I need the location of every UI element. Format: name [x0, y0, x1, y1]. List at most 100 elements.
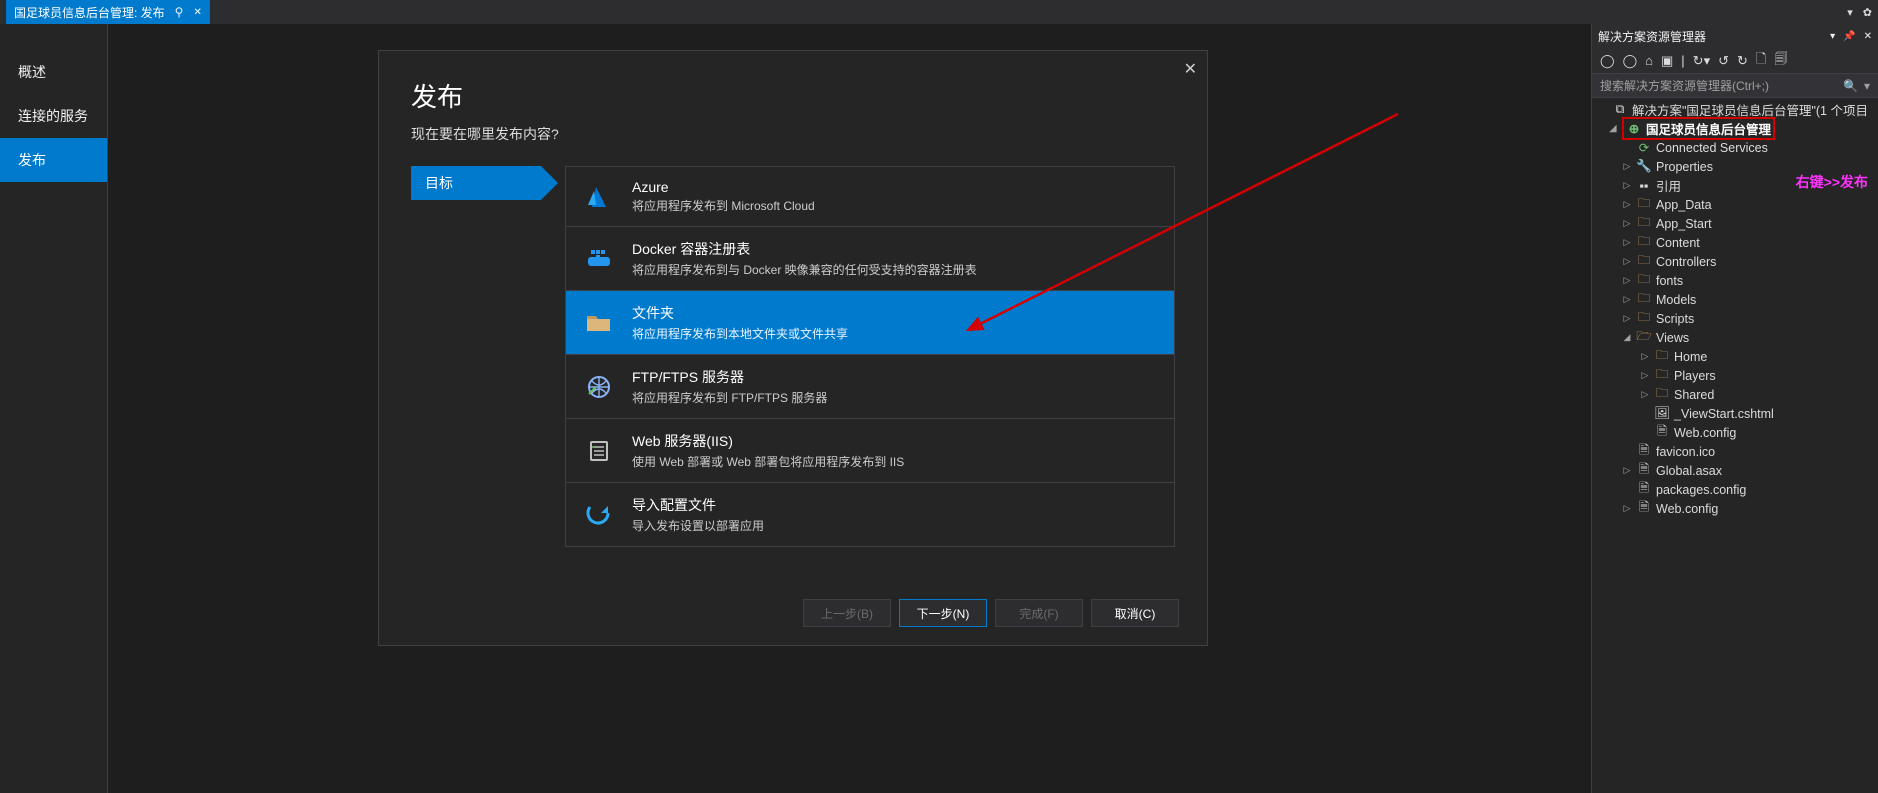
- tab-overflow-icon[interactable]: ▾: [1847, 6, 1853, 19]
- target-desc: 导入发布设置以部署应用: [632, 517, 764, 534]
- target-desc: 使用 Web 部署或 Web 部署包将应用程序发布到 IIS: [632, 453, 904, 470]
- target-azure[interactable]: Azure 将应用程序发布到 Microsoft Cloud: [566, 167, 1174, 227]
- target-title: 导入配置文件: [632, 495, 764, 515]
- folder-appdata[interactable]: ▷🗀App_Data: [1592, 195, 1878, 214]
- expand-icon[interactable]: ▷: [1622, 180, 1632, 191]
- search-dropdown-icon[interactable]: ▾: [1864, 79, 1870, 93]
- target-title: Web 服务器(IIS): [632, 431, 904, 451]
- expand-icon[interactable]: ▷: [1622, 313, 1632, 324]
- target-import-profile[interactable]: 导入配置文件 导入发布设置以部署应用: [566, 483, 1174, 546]
- node-label: packages.config: [1656, 483, 1746, 497]
- expand-icon[interactable]: ▷: [1622, 199, 1632, 210]
- ftp-icon: [582, 370, 616, 404]
- node-label: Players: [1674, 369, 1716, 383]
- toolbar-stack-icon[interactable]: 🗐: [1774, 50, 1787, 72]
- expand-icon[interactable]: ▷: [1622, 275, 1632, 286]
- folder-icon: 🗀: [1636, 213, 1652, 234]
- config-icon: 🗎: [1654, 422, 1670, 443]
- expand-icon[interactable]: ▷: [1640, 389, 1650, 400]
- pin-icon[interactable]: ⚲: [175, 5, 184, 19]
- toolbar-home-icon[interactable]: ⌂: [1645, 53, 1653, 68]
- node-label: favicon.ico: [1656, 445, 1715, 459]
- solution-toolbar: ◯ ◯ ⌂ ▣ | ↻▾ ↺ ↻ 🗋 🗐: [1592, 48, 1878, 74]
- folder-icon: 🗀: [1654, 384, 1670, 405]
- toolbar-sync-icon[interactable]: ▣: [1661, 53, 1673, 69]
- toolbar-forward-icon[interactable]: ◯: [1623, 53, 1638, 69]
- search-icon[interactable]: 🔍: [1843, 79, 1858, 93]
- folder-models[interactable]: ▷🗀Models: [1592, 290, 1878, 309]
- target-desc: 将应用程序发布到 FTP/FTPS 服务器: [632, 389, 827, 406]
- folder-fonts[interactable]: ▷🗀fonts: [1592, 271, 1878, 290]
- target-title: Docker 容器注册表: [632, 239, 977, 259]
- folder-icon: [582, 306, 616, 340]
- folder-views-home[interactable]: ▷🗀Home: [1592, 347, 1878, 366]
- nav-publish[interactable]: 发布: [0, 138, 107, 182]
- project-icon: ⊕: [1626, 121, 1642, 136]
- panel-titlebar[interactable]: 解决方案资源管理器 ▾ 📌 ✕: [1592, 24, 1878, 48]
- file-webconfig-root[interactable]: ▷🗎Web.config: [1592, 499, 1878, 518]
- nav-overview[interactable]: 概述: [0, 50, 107, 94]
- panel-dropdown-icon[interactable]: ▾: [1830, 31, 1835, 42]
- toolbar-back-icon[interactable]: ◯: [1600, 53, 1615, 69]
- expand-icon[interactable]: ▷: [1640, 351, 1650, 362]
- folder-views[interactable]: ◢🗁Views: [1592, 328, 1878, 347]
- folder-icon: 🗀: [1636, 289, 1652, 310]
- cancel-button[interactable]: 取消(C): [1091, 599, 1179, 627]
- panel-close-icon[interactable]: ✕: [1864, 31, 1872, 42]
- expand-icon[interactable]: ◢: [1608, 123, 1618, 134]
- close-icon[interactable]: ✕: [193, 7, 201, 18]
- toolbar-collapse-icon[interactable]: ↺: [1718, 53, 1729, 69]
- solution-icon: ⧉: [1612, 102, 1628, 117]
- folder-appstart[interactable]: ▷🗀App_Start: [1592, 214, 1878, 233]
- panel-pin-icon[interactable]: 📌: [1843, 31, 1855, 42]
- folder-scripts[interactable]: ▷🗀Scripts: [1592, 309, 1878, 328]
- toolbar-file-icon[interactable]: 🗋: [1756, 50, 1766, 72]
- expand-icon[interactable]: ▷: [1622, 294, 1632, 305]
- solution-search-placeholder: 搜索解决方案资源管理器(Ctrl+;): [1600, 77, 1769, 94]
- target-title: Azure: [632, 179, 815, 195]
- connected-services-node[interactable]: ⟳Connected Services: [1592, 138, 1878, 157]
- expand-icon[interactable]: ▷: [1622, 218, 1632, 229]
- step-tab-target[interactable]: 目标: [411, 166, 541, 200]
- nav-connected-services[interactable]: 连接的服务: [0, 94, 107, 138]
- folder-content[interactable]: ▷🗀Content: [1592, 233, 1878, 252]
- tab-settings-icon[interactable]: ✿: [1863, 6, 1872, 19]
- node-label: _ViewStart.cshtml: [1674, 407, 1774, 421]
- target-iis[interactable]: Web 服务器(IIS) 使用 Web 部署或 Web 部署包将应用程序发布到 …: [566, 419, 1174, 483]
- toolbar-refresh-icon[interactable]: ↻▾: [1693, 53, 1710, 69]
- toolbar-showall-icon[interactable]: ↻: [1737, 53, 1748, 69]
- expand-icon[interactable]: ▷: [1622, 161, 1632, 172]
- project-node[interactable]: ◢ ⊕ 国足球员信息后台管理: [1592, 119, 1878, 138]
- publish-dialog: ✕ 发布 现在要在哪里发布内容? 目标 Azure 将应用程序发布: [378, 50, 1208, 646]
- expand-icon[interactable]: ▷: [1622, 465, 1632, 476]
- image-icon: 🗎: [1636, 441, 1652, 462]
- toolbar-sep: |: [1681, 53, 1684, 68]
- dialog-close-button[interactable]: ✕: [1184, 59, 1197, 79]
- node-label: Properties: [1656, 160, 1713, 174]
- target-ftp[interactable]: FTP/FTPS 服务器 将应用程序发布到 FTP/FTPS 服务器: [566, 355, 1174, 419]
- document-tab[interactable]: 国足球员信息后台管理: 发布 ⚲ ✕: [6, 0, 210, 24]
- target-docker[interactable]: Docker 容器注册表 将应用程序发布到与 Docker 映像兼容的任何受支持…: [566, 227, 1174, 291]
- expand-icon[interactable]: ▷: [1640, 370, 1650, 381]
- file-viewstart[interactable]: 🖼_ViewStart.cshtml: [1592, 404, 1878, 423]
- expand-icon[interactable]: ▷: [1622, 237, 1632, 248]
- solution-tree: ⧉ 解决方案"国足球员信息后台管理"(1 个项目 ◢ ⊕ 国足球员信息后台管理 …: [1592, 98, 1878, 793]
- folder-views-players[interactable]: ▷🗀Players: [1592, 366, 1878, 385]
- folder-views-shared[interactable]: ▷🗀Shared: [1592, 385, 1878, 404]
- node-label: Content: [1656, 236, 1700, 250]
- expand-icon[interactable]: ▷: [1622, 503, 1632, 514]
- target-folder[interactable]: 文件夹 将应用程序发布到本地文件夹或文件共享: [566, 291, 1174, 355]
- file-packagesconfig[interactable]: 🗎packages.config: [1592, 480, 1878, 499]
- solution-search[interactable]: 搜索解决方案资源管理器(Ctrl+;) 🔍 ▾: [1592, 74, 1878, 98]
- asax-icon: 🗎: [1636, 460, 1652, 481]
- folder-icon: 🗀: [1654, 346, 1670, 367]
- file-globalasax[interactable]: ▷🗎Global.asax: [1592, 461, 1878, 480]
- expand-icon[interactable]: ▷: [1622, 256, 1632, 267]
- expand-icon[interactable]: ◢: [1622, 332, 1632, 343]
- file-favicon[interactable]: 🗎 favicon.ico: [1592, 442, 1878, 461]
- folder-icon: 🗀: [1636, 251, 1652, 272]
- folder-controllers[interactable]: ▷🗀Controllers: [1592, 252, 1878, 271]
- node-label: App_Data: [1656, 198, 1712, 212]
- file-views-webconfig[interactable]: 🗎Web.config: [1592, 423, 1878, 442]
- next-button[interactable]: 下一步(N): [899, 599, 987, 627]
